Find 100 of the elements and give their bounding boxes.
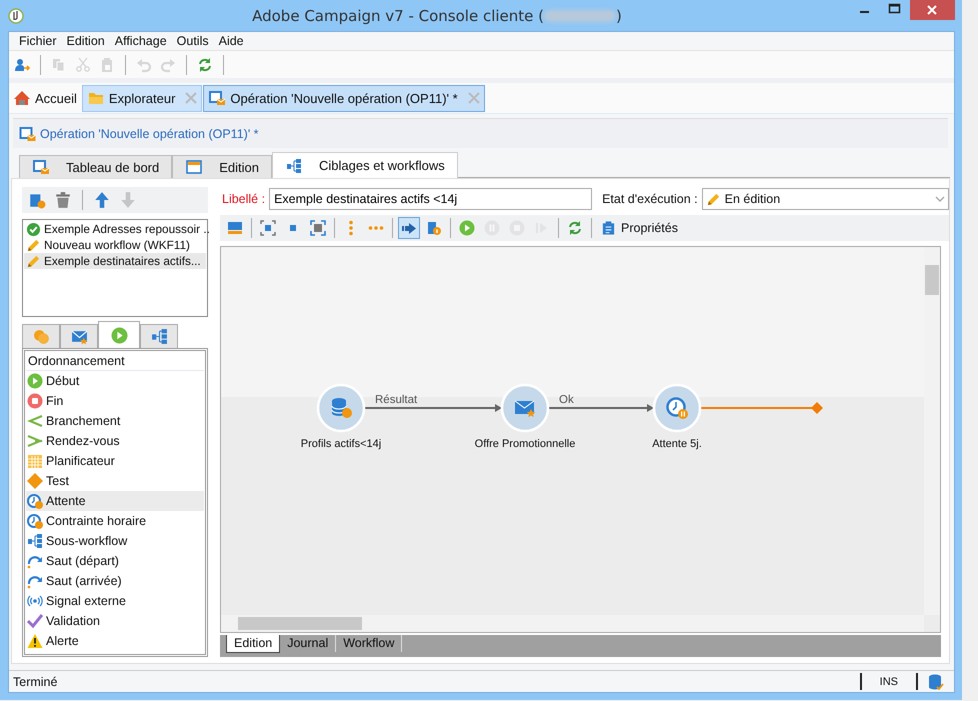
window-title: Adobe Campaign v7 - Console cliente ( <box>252 6 544 24</box>
activity-item[interactable]: Sous-workflow <box>26 531 204 551</box>
status-message: Terminé <box>13 674 58 688</box>
menu-item[interactable]: Fichier <box>14 34 62 48</box>
clock-icon <box>27 493 43 509</box>
document-tab[interactable]: Explorateur <box>82 84 202 112</box>
activity-item[interactable]: Attente <box>26 491 204 511</box>
bottom-tab[interactable]: Edition <box>226 635 280 653</box>
workflow-item[interactable]: Exemple destinataires actifs... <box>24 253 206 269</box>
database-icon <box>332 398 352 418</box>
pending-transition[interactable] <box>701 402 823 414</box>
activity-label: Profils actifs<14j <box>300 438 382 450</box>
operation-icon <box>208 90 226 106</box>
clock-icon <box>27 513 43 529</box>
workflow-item[interactable]: Nouveau workflow (WKF11) <box>24 237 206 253</box>
activity-item[interactable]: Alerte <box>26 631 204 651</box>
pencil-icon <box>26 238 41 252</box>
operation-icon <box>32 159 50 175</box>
state-dropdown[interactable]: En édition <box>702 188 949 210</box>
insert-mode-indicator: INS <box>878 676 899 688</box>
bottom-tab[interactable]: Workflow <box>336 635 402 652</box>
user-add-icon[interactable] <box>14 56 30 72</box>
close-button[interactable] <box>910 0 955 20</box>
refresh-icon <box>567 220 583 236</box>
refresh-icon[interactable] <box>197 56 213 72</box>
activity-item[interactable]: Rendez-vous <box>26 431 204 451</box>
frame-button[interactable] <box>307 217 329 239</box>
subworkflow-icon <box>27 533 43 549</box>
palette-tab[interactable] <box>60 324 98 348</box>
frame-icon <box>310 220 326 236</box>
play-icon <box>110 326 128 344</box>
folder-icon <box>86 90 105 106</box>
field-label: Etat d'exécution : <box>601 192 699 206</box>
arrow-up-icon[interactable] <box>93 191 111 209</box>
menu-item[interactable]: Outils <box>172 34 214 48</box>
clock-icon <box>666 397 688 419</box>
activity-item[interactable]: Planificateur <box>26 451 204 471</box>
activity-item[interactable]: Fin <box>26 391 204 411</box>
clipboard-icon <box>601 220 616 236</box>
activity-item[interactable]: Signal externe <box>26 591 204 611</box>
warning-icon <box>27 633 43 649</box>
window-icon <box>185 159 204 175</box>
menu-item[interactable]: Affichage <box>110 34 172 48</box>
activity-item[interactable]: Saut (départ) <box>26 551 204 571</box>
pencil-icon <box>26 254 41 268</box>
signal-icon <box>27 593 43 609</box>
menu-item[interactable]: Edition <box>62 34 110 48</box>
activity-label: Offre Promotionnelle <box>474 438 576 450</box>
app-logo-icon <box>8 8 24 24</box>
checkmark-icon <box>27 613 43 629</box>
activity-item[interactable]: Test <box>26 471 204 491</box>
activity-item[interactable]: Début <box>26 371 204 391</box>
trash-icon[interactable] <box>54 191 72 209</box>
curved-arrow-icon <box>27 553 43 569</box>
activity-node[interactable] <box>316 384 366 432</box>
palette-header: Ordonnancement <box>26 352 204 371</box>
subworkflow-icon <box>150 328 168 345</box>
circles-icon <box>32 328 50 345</box>
label-field[interactable]: Exemple destinataires actifs <14j <box>269 188 592 210</box>
document-tab[interactable]: Accueil <box>9 84 81 112</box>
activity-node[interactable] <box>500 384 550 432</box>
view-tab[interactable]: Tableau de bord <box>19 155 172 178</box>
info-icon <box>426 220 442 236</box>
fork-icon <box>27 413 43 429</box>
check-circle-icon <box>26 222 41 236</box>
calendar-icon <box>27 453 43 469</box>
document-tab[interactable]: Opération 'Nouvelle opération (OP11)' * <box>203 84 485 112</box>
fit-icon <box>260 220 276 236</box>
transition-label: Ok <box>559 394 574 406</box>
palette-tab[interactable] <box>140 324 178 348</box>
activity-item[interactable]: Validation <box>26 611 204 631</box>
horizontal-scrollbar[interactable] <box>221 615 924 632</box>
bottom-tab[interactable]: Journal <box>280 635 336 652</box>
page-heading: Opération 'Nouvelle opération (OP11)' * <box>40 126 259 140</box>
view-tab[interactable]: Edition <box>172 155 272 178</box>
curved-arrow-icon <box>27 573 43 589</box>
activity-item[interactable]: Contrainte horaire <box>26 511 204 531</box>
activity-node[interactable] <box>652 384 702 432</box>
operation-icon <box>19 126 36 142</box>
window-title: ) <box>616 6 622 24</box>
database-icon <box>928 674 944 690</box>
palette-tab[interactable] <box>98 321 140 348</box>
view-tab[interactable]: Ciblages et workflows <box>272 152 458 178</box>
envelope-star-icon <box>514 400 536 418</box>
arrow-right-button[interactable] <box>398 217 420 239</box>
activity-item[interactable]: Branchement <box>26 411 204 431</box>
diamond-icon <box>27 473 43 489</box>
properties-button[interactable]: Propriétés <box>597 220 682 236</box>
workflow-icon <box>285 158 303 174</box>
palette-tab[interactable] <box>22 324 60 348</box>
menu-item[interactable]: Aide <box>214 34 249 48</box>
field-label: Libellé : <box>221 192 266 206</box>
house-icon <box>13 90 31 106</box>
activity-label: Attente 5j. <box>652 438 702 450</box>
layout-icon <box>227 220 243 236</box>
play-icon <box>459 220 475 236</box>
stop-icon <box>27 393 43 409</box>
activity-item[interactable]: Saut (arrivée) <box>26 571 204 591</box>
pencil-icon <box>706 192 721 206</box>
join-icon <box>27 433 43 449</box>
